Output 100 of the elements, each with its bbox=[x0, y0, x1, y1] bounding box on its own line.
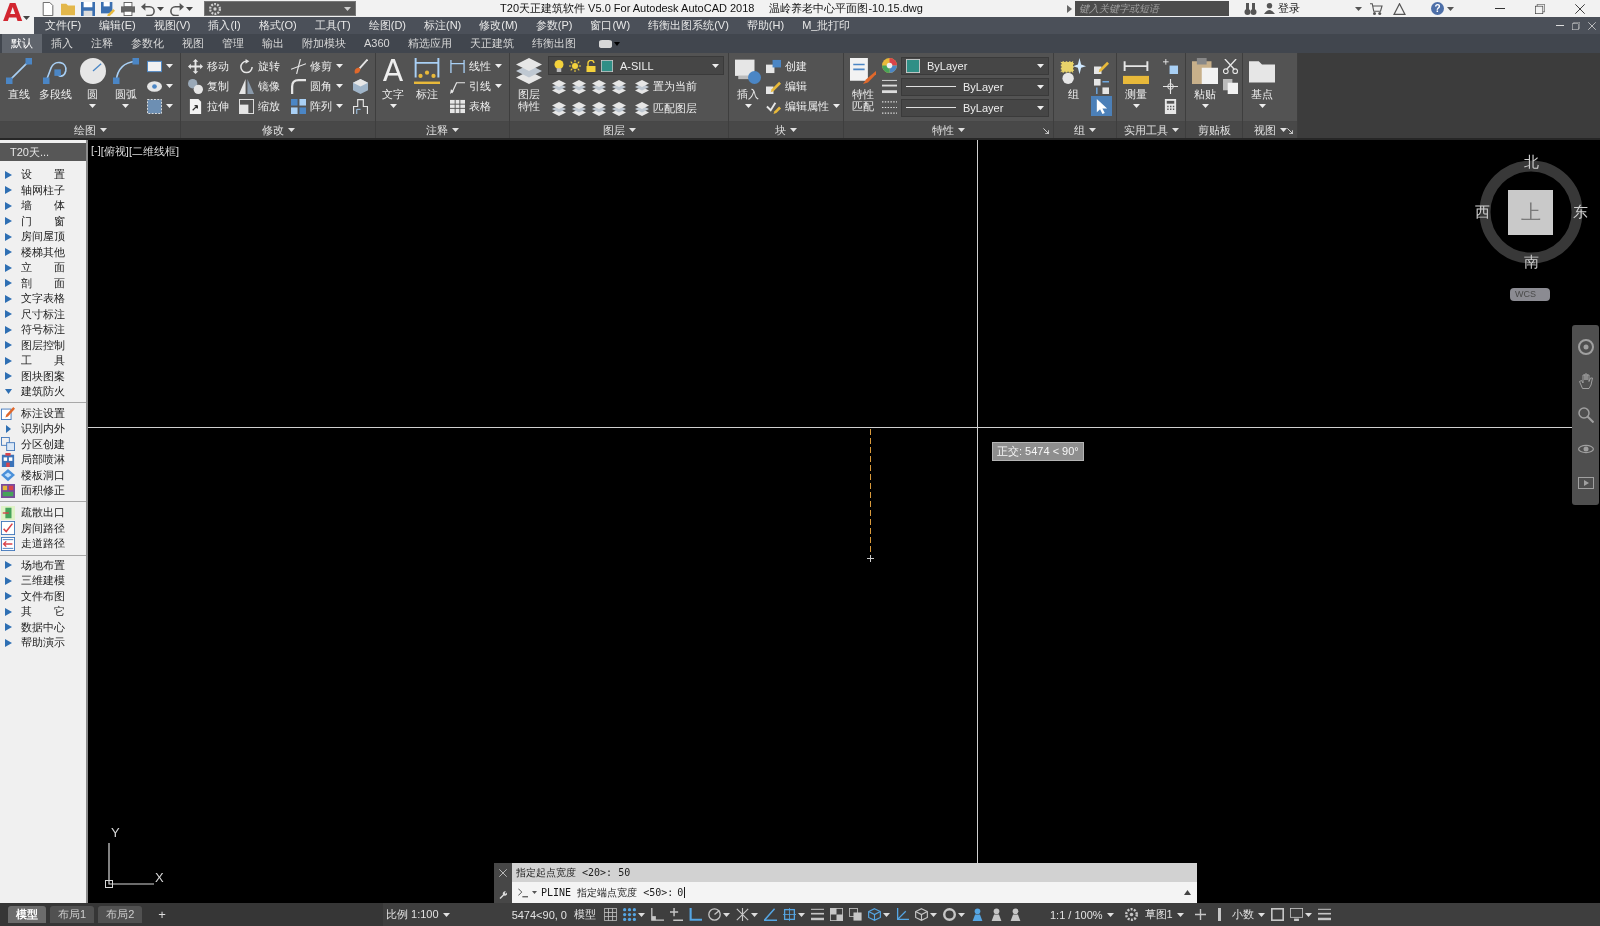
ribbon-button[interactable]: 表格 bbox=[447, 96, 505, 116]
compass-label[interactable]: 西 bbox=[1475, 204, 1490, 220]
palette-menu-item[interactable]: 设 置 bbox=[0, 167, 86, 183]
triangle-up-icon[interactable] bbox=[1184, 890, 1191, 895]
caret-down-icon[interactable] bbox=[495, 64, 502, 68]
quick-access-button[interactable] bbox=[40, 0, 56, 17]
caret-down-icon[interactable] bbox=[1089, 128, 1096, 132]
ribbon-button[interactable]: 基点 bbox=[1247, 56, 1277, 108]
caret-right-icon[interactable] bbox=[5, 638, 12, 647]
palette-menu-item[interactable]: 帮助演示 bbox=[0, 635, 86, 651]
caret-down-icon[interactable] bbox=[186, 6, 193, 11]
model-space-button[interactable]: 模型 bbox=[571, 905, 599, 924]
palette-menu-item[interactable]: 疏散出口 bbox=[0, 500, 86, 521]
caret-down-icon[interactable] bbox=[1257, 912, 1265, 917]
workspace-dropdown[interactable] bbox=[204, 1, 356, 16]
ribbon-tab[interactable]: 管理 bbox=[213, 34, 253, 53]
status-toggle-button[interactable] bbox=[620, 905, 648, 924]
caret-down-icon[interactable] bbox=[532, 891, 537, 894]
panel-title[interactable]: 注释 bbox=[376, 121, 509, 138]
ribbon-tab[interactable]: 精选应用 bbox=[398, 34, 461, 53]
palette-menu-item[interactable]: 其 它 bbox=[0, 604, 86, 620]
palette-menu-item[interactable]: 面积修正 bbox=[0, 483, 86, 499]
tool-button[interactable] bbox=[350, 96, 371, 116]
ribbon-button[interactable]: 引线 bbox=[447, 76, 505, 96]
caret-right-icon[interactable] bbox=[5, 201, 12, 210]
help-button[interactable]: ? bbox=[1429, 0, 1456, 17]
palette-menu-item[interactable]: 三维建模 bbox=[0, 573, 86, 589]
palette-menu-item[interactable]: 剖 面 bbox=[0, 275, 86, 291]
status-toggle-button[interactable] bbox=[912, 905, 940, 924]
caret-right-icon[interactable] bbox=[5, 424, 11, 433]
layout-tab[interactable]: 布局2 bbox=[98, 906, 143, 923]
ribbon-button[interactable]: 置为当前 bbox=[632, 76, 700, 97]
compass-label[interactable]: 北 bbox=[1524, 154, 1539, 170]
caret-down-icon[interactable] bbox=[1201, 104, 1209, 108]
quick-access-button[interactable] bbox=[100, 0, 116, 17]
ribbon-tab[interactable]: A360 bbox=[355, 34, 399, 53]
caret-down-icon[interactable] bbox=[1176, 912, 1184, 917]
launcher-arrow-icon[interactable] bbox=[1043, 128, 1049, 134]
ribbon-button[interactable]: 匹配图层 bbox=[632, 98, 700, 119]
caret-down-icon[interactable] bbox=[452, 128, 459, 132]
color-dropdown[interactable]: ByLayer bbox=[901, 56, 1049, 75]
ribbon-button[interactable]: 修剪 bbox=[287, 56, 346, 76]
caret-down-icon[interactable] bbox=[1171, 128, 1179, 132]
stacked-sheets-icon[interactable] bbox=[612, 101, 626, 116]
rounded-rect-icon[interactable] bbox=[598, 39, 612, 48]
menu-item[interactable]: 帮助(H) bbox=[737, 17, 794, 34]
palette-menu-item[interactable]: 房间路径 bbox=[0, 520, 86, 536]
caret-down-icon[interactable] bbox=[628, 128, 636, 132]
restore-icon[interactable] bbox=[1572, 21, 1580, 30]
caret-down-icon[interactable] bbox=[1258, 104, 1266, 108]
palette-menu-item[interactable]: 分区创建 bbox=[0, 436, 86, 452]
steering-wheel-icon[interactable] bbox=[1577, 339, 1594, 355]
caret-down-icon[interactable] bbox=[1447, 6, 1454, 11]
ribbon-tab[interactable]: 默认 bbox=[2, 34, 42, 53]
caret-right-icon[interactable] bbox=[5, 623, 12, 632]
ribbon-button[interactable]: 创建 bbox=[763, 56, 843, 76]
layer-dropdown[interactable]: A-SILL bbox=[548, 56, 724, 75]
ribbon-tab[interactable]: 插入 bbox=[42, 34, 82, 53]
caret-down-icon[interactable] bbox=[958, 912, 965, 917]
panel-title[interactable]: 块 bbox=[729, 121, 843, 138]
caret-right-icon[interactable] bbox=[5, 310, 12, 319]
launcher-arrow-icon[interactable] bbox=[1287, 128, 1293, 134]
palette-menu-item[interactable]: 工 具 bbox=[0, 353, 86, 369]
quick-access-button[interactable] bbox=[120, 0, 136, 17]
viewport-control[interactable]: [俯视] bbox=[100, 144, 129, 159]
ribbon-button[interactable]: 圆 bbox=[77, 56, 108, 108]
tool-button[interactable] bbox=[1220, 56, 1241, 76]
tool-button[interactable] bbox=[350, 76, 371, 96]
menu-item[interactable]: 工具(T) bbox=[305, 17, 360, 34]
caret-down-icon[interactable] bbox=[1106, 912, 1114, 917]
caret-right-icon[interactable] bbox=[5, 356, 12, 365]
caret-down-icon[interactable] bbox=[157, 6, 164, 11]
caret-down-icon[interactable] bbox=[166, 64, 173, 68]
palette-menu-item[interactable]: 场地布置 bbox=[0, 557, 86, 573]
hand-icon[interactable] bbox=[1577, 373, 1594, 389]
palette-menu-item[interactable]: 标注设置 bbox=[0, 405, 86, 421]
prompt-icon[interactable] bbox=[518, 887, 528, 898]
menu-item[interactable]: 修改(M) bbox=[470, 17, 527, 34]
ribbon-button[interactable]: 直线 bbox=[4, 56, 34, 100]
linetype-dropdown[interactable]: ByLayer bbox=[901, 98, 1049, 117]
status-toggle-button[interactable] bbox=[865, 905, 893, 924]
caret-right-icon[interactable] bbox=[5, 294, 12, 303]
tool-button[interactable] bbox=[1220, 76, 1241, 96]
caret-right-icon[interactable] bbox=[5, 232, 12, 241]
caret-right-icon[interactable] bbox=[5, 576, 12, 585]
binoculars-icon[interactable] bbox=[1244, 2, 1257, 15]
palette-menu-item[interactable]: 图层控制 bbox=[0, 337, 86, 353]
status-toggle-button[interactable] bbox=[780, 905, 808, 924]
caret-down-icon[interactable] bbox=[798, 912, 805, 917]
palette-menu-item[interactable]: 图块图案 bbox=[0, 368, 86, 384]
menu-item[interactable]: 窗口(W) bbox=[581, 17, 640, 34]
caret-right-icon[interactable] bbox=[5, 186, 12, 195]
caret-down-icon[interactable] bbox=[1132, 104, 1140, 108]
workspace-dropdown[interactable]: 草图1 bbox=[1141, 905, 1187, 924]
dotted-lines-icon[interactable] bbox=[882, 100, 897, 115]
quick-access-button[interactable] bbox=[80, 0, 96, 17]
caret-down-icon[interactable] bbox=[335, 104, 343, 108]
palette-menu-item[interactable]: 轴网柱子 bbox=[0, 182, 86, 198]
palette-menu-item[interactable]: 数据中心 bbox=[0, 619, 86, 635]
viewport-control[interactable]: [-] bbox=[91, 144, 101, 159]
